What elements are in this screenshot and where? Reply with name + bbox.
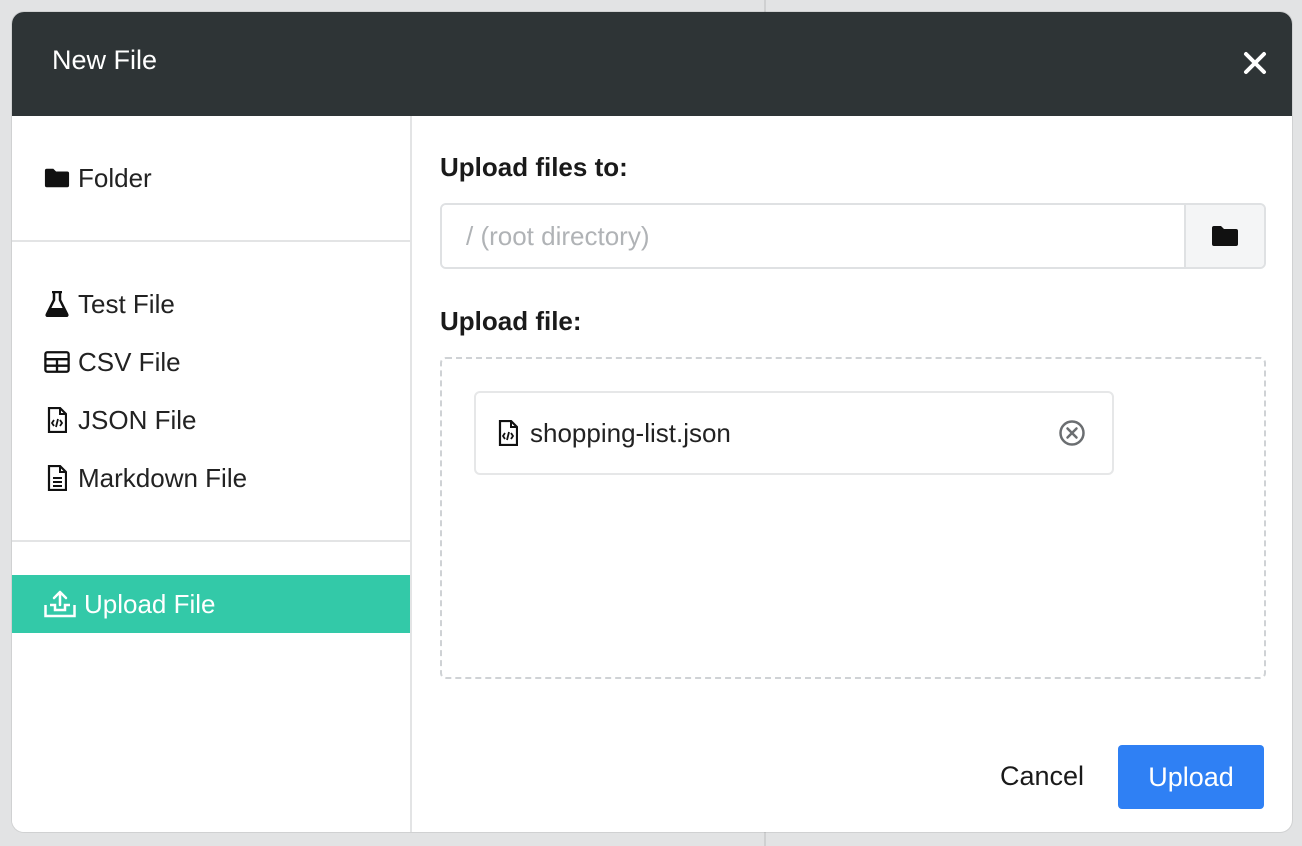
sidebar-item-label: Upload File xyxy=(84,588,216,619)
remove-file-button[interactable] xyxy=(1058,419,1086,447)
cancel-button[interactable]: Cancel xyxy=(986,745,1098,807)
sidebar-item-json-file[interactable]: JSON File xyxy=(12,391,410,449)
browse-folder-button[interactable] xyxy=(1184,205,1264,267)
sidebar-group-files: Test File CSV File JSON File Markdown Fi… xyxy=(12,242,410,542)
sidebar-item-label: CSV File xyxy=(78,346,181,377)
folder-icon xyxy=(1212,226,1238,246)
new-file-modal: New File Folder Test File CSV File JSON … xyxy=(12,12,1292,832)
uploaded-file-name: shopping-list.json xyxy=(530,417,731,448)
sidebar-group-folder: Folder xyxy=(12,116,410,242)
upload-icon xyxy=(44,590,76,618)
uploaded-file-item: shopping-list.json xyxy=(474,391,1114,475)
remove-circle-icon xyxy=(1059,420,1085,446)
sidebar-item-csv-file[interactable]: CSV File xyxy=(12,333,410,391)
file-code-icon xyxy=(44,407,70,433)
close-icon xyxy=(1244,52,1266,74)
sidebar-item-markdown-file[interactable]: Markdown File xyxy=(12,449,410,507)
upload-form: Upload files to: Upload file: shopping-l… xyxy=(412,116,1292,832)
file-text-icon xyxy=(44,465,70,491)
destination-field-group xyxy=(440,203,1266,269)
sidebar-item-label: Folder xyxy=(78,162,152,193)
upload-file-label: Upload file: xyxy=(440,306,582,336)
close-button[interactable] xyxy=(1242,50,1268,76)
sidebar-item-upload-file[interactable]: Upload File xyxy=(12,575,410,633)
sidebar-item-label: Markdown File xyxy=(78,462,248,493)
sidebar-item-label: Test File xyxy=(78,288,175,319)
folder-icon xyxy=(44,165,70,191)
sidebar-item-test-file[interactable]: Test File xyxy=(12,275,410,333)
sidebar-item-folder[interactable]: Folder xyxy=(12,149,410,207)
destination-label: Upload files to: xyxy=(440,152,628,182)
file-dropzone[interactable]: shopping-list.json xyxy=(440,357,1266,679)
modal-title: New File xyxy=(52,45,158,75)
sidebar-item-label: JSON File xyxy=(78,404,197,435)
modal-header: New File xyxy=(12,12,1292,116)
flask-icon xyxy=(44,291,70,317)
upload-button[interactable]: Upload xyxy=(1118,745,1264,809)
file-code-icon xyxy=(498,420,518,446)
destination-input[interactable] xyxy=(442,205,1184,267)
sidebar-group-upload: Upload File xyxy=(12,542,410,633)
table-icon xyxy=(44,349,70,375)
file-type-sidebar: Folder Test File CSV File JSON File Mark… xyxy=(12,116,412,832)
